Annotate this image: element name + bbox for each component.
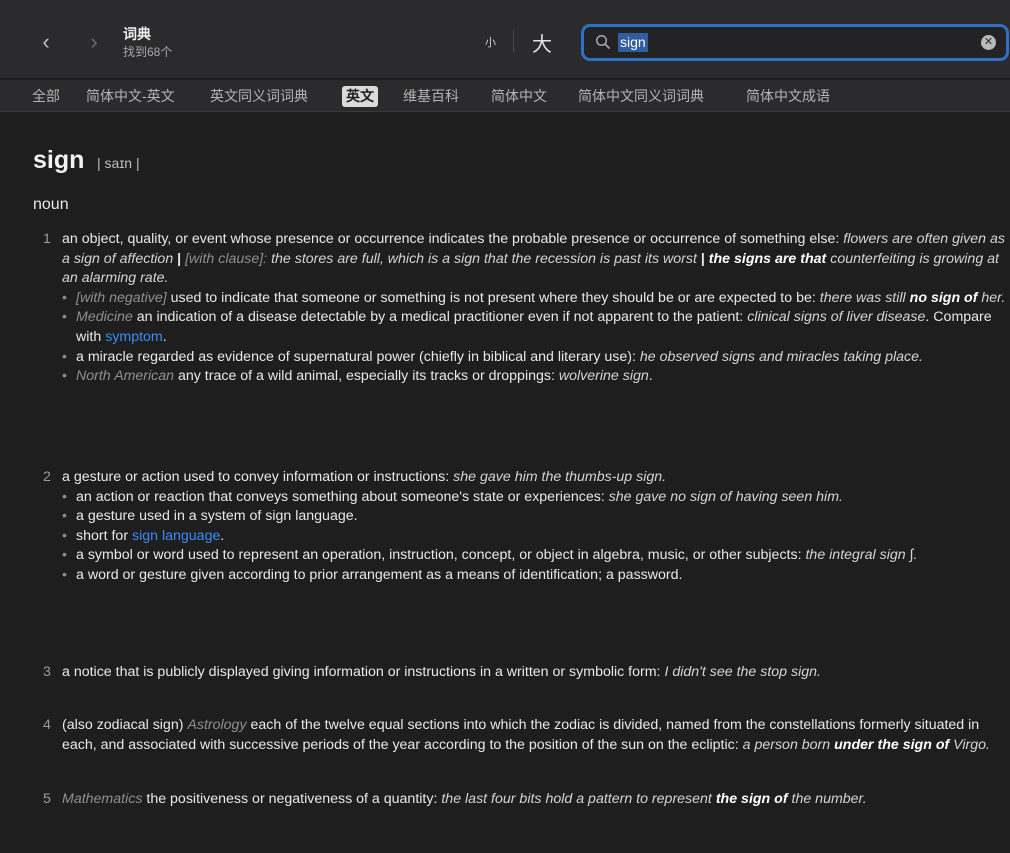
sense-number: 2 [43,469,51,485]
entry-content: sign | saɪn | noun 1 an object, quality,… [0,113,1010,853]
window-title: 词典 [123,26,151,42]
subsense: • a symbol or word used to represent an … [62,547,918,564]
sense-definition: an object, quality, or event whose prese… [62,231,1005,287]
tab-chinese-idioms[interactable]: 简体中文成语 [742,86,834,107]
subsense: • North American any trace of a wild ani… [62,368,653,385]
toolbar: ‹ › 词典 找到68个 小 大 sign ✕ [0,0,1010,78]
subsense: • an action or reaction that conveys som… [62,488,843,505]
sense-number: 4 [43,717,51,733]
divider [513,30,514,52]
pronunciation: | saɪn | [97,155,140,171]
sense-3: 3 a notice that is publicly displayed gi… [33,663,1009,683]
cross-reference-link[interactable]: symptom [105,329,163,345]
sense-number: 1 [43,231,51,247]
sense-definition: (also zodiacal sign) Astrology each of t… [62,717,990,753]
part-of-speech: noun [33,196,69,213]
source-tabs: 全部 简体中文-英文 英文同义词词典 英文 维基百科 简体中文 简体中文同义词词… [0,80,1010,112]
chevron-right-icon: › [90,29,98,54]
tab-chinese-thesaurus[interactable]: 简体中文同义词词典 [574,86,708,107]
search-icon [595,34,610,49]
font-size-larger-button[interactable]: 大 [532,28,552,57]
sense-definition: a gesture or action used to convey infor… [62,469,667,485]
tab-all[interactable]: 全部 [28,86,64,107]
sense-5: 5 Mathematics the positiveness or negati… [33,790,1009,810]
headword: sign [33,146,85,174]
search-field[interactable]: sign ✕ [581,24,1009,61]
subsense: • a word or gesture given according to p… [62,566,683,583]
result-count: 找到68个 [123,45,173,59]
font-size-smaller-button[interactable]: 小 [485,34,496,50]
sense-4: 4 (also zodiacal sign) Astrology each of… [33,716,1009,755]
subsense: • a miracle regarded as evidence of supe… [62,348,923,365]
subsense: • short for sign language. [62,527,225,544]
back-button[interactable]: ‹ [34,28,58,56]
subsense: • a gesture used in a system of sign lan… [62,508,358,525]
subsense: • [with negative] used to indicate that … [62,289,1006,306]
forward-button[interactable]: › [82,28,106,56]
subsense: • Medicine an indication of a disease de… [62,309,992,345]
chevron-left-icon: ‹ [42,29,50,54]
search-input[interactable]: sign [618,33,648,52]
sense-number: 5 [43,791,51,807]
tab-english[interactable]: 英文 [342,86,378,107]
sense-2: 2 a gesture or action used to convey inf… [33,468,1009,586]
tab-simplified-chinese[interactable]: 简体中文 [487,86,551,107]
clear-search-icon[interactable]: ✕ [981,35,996,50]
tab-english-thesaurus[interactable]: 英文同义词词典 [206,86,312,107]
sense-definition: Mathematics the positiveness or negative… [62,791,867,807]
tab-chinese-english[interactable]: 简体中文-英文 [82,86,179,107]
tab-wikipedia[interactable]: 维基百科 [399,86,463,107]
sense-number: 3 [43,664,51,680]
sense-definition: a notice that is publicly displayed givi… [62,664,821,680]
cross-reference-link[interactable]: sign language [132,528,220,544]
sense-1: 1 an object, quality, or event whose pre… [33,230,1009,387]
